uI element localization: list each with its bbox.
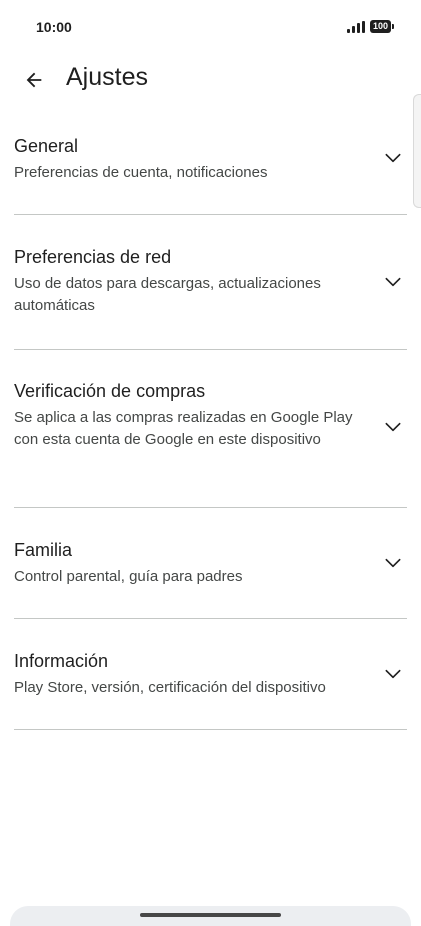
setting-subtitle: Play Store, versión, certificación del d… [14, 679, 326, 696]
setting-family[interactable]: Familia Control parental, guía para padr… [14, 538, 407, 588]
app-bar: Ajustes [0, 56, 421, 104]
home-gesture-handle[interactable] [140, 913, 281, 917]
status-indicators: 100 [346, 20, 395, 33]
divider [14, 729, 407, 730]
setting-network-preferences[interactable]: Preferencias de red Uso de datos para de… [14, 245, 407, 317]
status-time: 10:00 [36, 19, 72, 35]
setting-information[interactable]: Información Play Store, versión, certifi… [14, 649, 407, 699]
setting-title: Preferencias de red [14, 247, 172, 267]
battery-icon: 100 [369, 20, 395, 33]
page-title: Ajustes [66, 63, 148, 91]
back-button[interactable] [14, 60, 54, 100]
chevron-down-icon [385, 277, 401, 287]
setting-subtitle: Se aplica a las compras realizadas en Go… [14, 409, 353, 448]
divider [14, 214, 407, 215]
arrow-back-icon [26, 72, 42, 88]
setting-subtitle: Control parental, guía para padres [14, 568, 243, 585]
setting-title: Familia [14, 540, 73, 560]
divider [14, 507, 407, 508]
chevron-down-icon [385, 669, 401, 679]
setting-general[interactable]: General Preferencias de cuenta, notifica… [14, 134, 407, 184]
setting-subtitle: Uso de datos para descargas, actualizaci… [14, 275, 321, 314]
setting-title: General [14, 136, 79, 156]
setting-purchase-verification[interactable]: Verificación de compras Se aplica a las … [14, 379, 407, 451]
setting-title: Información [14, 651, 109, 671]
chevron-down-icon [385, 558, 401, 568]
divider [14, 618, 407, 619]
chevron-down-icon [385, 422, 401, 432]
divider [14, 349, 407, 350]
chevron-down-icon [385, 153, 401, 163]
signal-bars-icon [346, 20, 365, 33]
scrollbar[interactable] [413, 94, 421, 208]
setting-subtitle: Preferencias de cuenta, notificaciones [14, 164, 268, 181]
setting-title: Verificación de compras [14, 381, 206, 401]
status-bar: 10:00 100 [0, 0, 421, 56]
